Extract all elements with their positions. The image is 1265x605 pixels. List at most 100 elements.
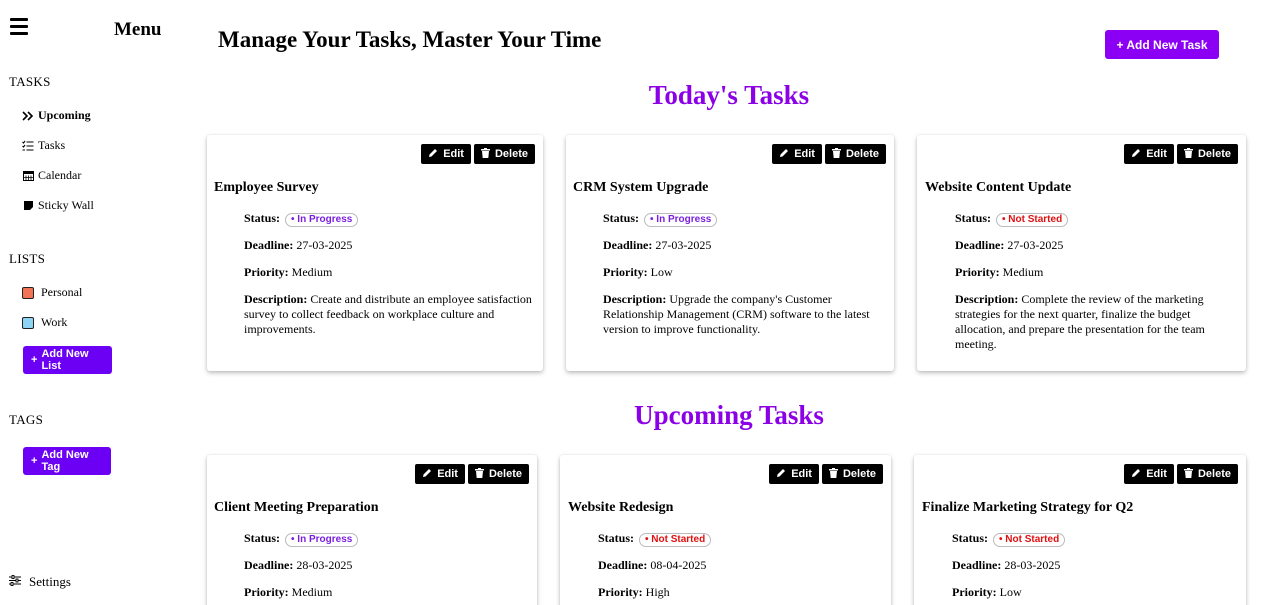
edit-label: Edit: [791, 468, 812, 480]
list-item-work[interactable]: Work: [22, 315, 67, 330]
add-new-list-button[interactable]: + Add New List: [23, 346, 112, 374]
task-title: Website Content Update: [925, 180, 1072, 195]
plus-icon: +: [31, 354, 38, 366]
list-item-personal[interactable]: Personal: [22, 285, 82, 300]
trash-icon: [831, 147, 841, 161]
task-priority: Priority: Medium: [955, 265, 1044, 279]
delete-button[interactable]: Delete: [467, 464, 529, 484]
sidebar-item-calendar[interactable]: Calendar: [22, 168, 81, 183]
task-title: CRM System Upgrade: [573, 180, 709, 195]
task-title: Website Redesign: [568, 500, 674, 515]
list-item-label: Work: [41, 315, 68, 329]
upcoming-tasks-heading: Upcoming Tasks: [634, 400, 824, 430]
sliders-icon: [9, 574, 21, 590]
task-deadline: Deadline: 27-03-2025: [955, 238, 1064, 252]
pencil-icon: [779, 148, 789, 161]
task-deadline: Deadline: 27-03-2025: [244, 238, 353, 252]
task-priority: Priority: High: [598, 585, 670, 599]
delete-button[interactable]: Delete: [824, 144, 886, 164]
task-description: Description: Upgrade the company's Custo…: [603, 292, 870, 336]
add-new-tag-button[interactable]: + Add New Tag: [23, 447, 111, 475]
trash-icon: [480, 147, 490, 161]
add-new-task-button[interactable]: + Add New Task: [1105, 30, 1219, 59]
edit-label: Edit: [443, 148, 464, 160]
todays-tasks-heading: Today's Tasks: [648, 80, 810, 110]
task-title: Client Meeting Preparation: [214, 500, 379, 515]
edit-label: Edit: [1146, 468, 1167, 480]
task-status: Status: • Not Started: [952, 531, 1066, 547]
task-priority: Priority: Medium: [244, 585, 333, 599]
trash-icon: [474, 467, 484, 481]
delete-button[interactable]: Delete: [821, 464, 883, 484]
tasks-section-title: TASKS: [9, 74, 51, 89]
sidebar-item-label: Upcoming: [38, 108, 91, 122]
list-item-label: Personal: [41, 285, 83, 299]
edit-label: Edit: [794, 148, 815, 160]
delete-button[interactable]: Delete: [473, 144, 535, 164]
task-card: Edit Delete Website Content Update Statu…: [917, 135, 1246, 371]
sidebar-item-upcoming[interactable]: Upcoming: [22, 108, 91, 123]
sticky-note-icon: [22, 200, 34, 212]
edit-button[interactable]: Edit: [1124, 464, 1174, 484]
pencil-icon: [422, 468, 432, 481]
status-badge: • Not Started: [639, 533, 712, 547]
sidebar-item-sticky-wall[interactable]: Sticky Wall: [22, 198, 94, 213]
pencil-icon: [428, 148, 438, 161]
task-priority: Priority: Low: [603, 265, 673, 279]
task-card: Edit Delete Finalize Marketing Strategy …: [914, 455, 1246, 605]
hamburger-menu-icon[interactable]: [10, 18, 28, 36]
task-title: Finalize Marketing Strategy for Q2: [922, 500, 1134, 515]
edit-button[interactable]: Edit: [769, 464, 819, 484]
task-card: Edit Delete CRM System Upgrade Status: •…: [566, 135, 894, 371]
color-swatch: [22, 286, 34, 299]
edit-label: Edit: [1146, 148, 1167, 160]
sidebar: Menu TASKS Upcoming Tasks Calendar Stick…: [0, 0, 200, 605]
status-badge: • In Progress: [644, 213, 718, 227]
sidebar-item-label: Tasks: [38, 138, 66, 152]
delete-label: Delete: [494, 148, 528, 160]
lists-section-title: LISTS: [9, 251, 46, 266]
trash-icon: [828, 467, 838, 481]
trash-icon: [1183, 467, 1193, 481]
add-new-list-label: Add New List: [41, 348, 89, 372]
delete-button[interactable]: Delete: [1176, 144, 1238, 164]
sidebar-item-label: Calendar: [38, 168, 82, 182]
edit-label: Edit: [437, 468, 458, 480]
status-badge: • In Progress: [285, 533, 359, 547]
double-chevron-icon: [22, 110, 34, 122]
task-title: Employee Survey: [214, 180, 319, 195]
pencil-icon: [776, 468, 786, 481]
delete-button[interactable]: Delete: [1176, 464, 1238, 484]
sidebar-item-label: Sticky Wall: [38, 198, 94, 212]
color-swatch: [22, 316, 34, 329]
delete-label: Delete: [842, 468, 876, 480]
pencil-icon: [1131, 148, 1141, 161]
edit-button[interactable]: Edit: [415, 464, 465, 484]
task-description: Description: Create and distribute an em…: [244, 292, 532, 336]
status-badge: • Not Started: [996, 213, 1069, 227]
settings-button[interactable]: Settings: [9, 574, 71, 590]
delete-label: Delete: [1197, 468, 1231, 480]
task-card: Edit Delete Employee Survey Status: • In…: [207, 135, 543, 371]
menu-title: Menu: [114, 19, 162, 40]
checklist-icon: [22, 140, 34, 152]
task-priority: Priority: Low: [952, 585, 1022, 599]
page-title: Manage Your Tasks, Master Your Time: [218, 27, 602, 52]
settings-label: Settings: [29, 574, 71, 589]
plus-icon: +: [31, 455, 38, 467]
task-deadline: Deadline: 28-03-2025: [952, 558, 1061, 572]
tags-section-title: TAGS: [9, 412, 44, 427]
edit-button[interactable]: Edit: [1124, 144, 1174, 164]
task-status: Status: • In Progress: [244, 211, 359, 227]
task-deadline: Deadline: 27-03-2025: [603, 238, 712, 252]
task-card: Edit Delete Website Redesign Status: • N…: [560, 455, 891, 605]
sidebar-item-tasks[interactable]: Tasks: [22, 138, 65, 153]
trash-icon: [1183, 147, 1193, 161]
status-badge: • Not Started: [993, 533, 1066, 547]
edit-button[interactable]: Edit: [772, 144, 822, 164]
edit-button[interactable]: Edit: [421, 144, 471, 164]
task-priority: Priority: Medium: [244, 265, 333, 279]
task-description: Description: Complete the review of the …: [955, 292, 1205, 351]
task-deadline: Deadline: 08-04-2025: [598, 558, 707, 572]
task-status: Status: • In Progress: [244, 531, 359, 547]
